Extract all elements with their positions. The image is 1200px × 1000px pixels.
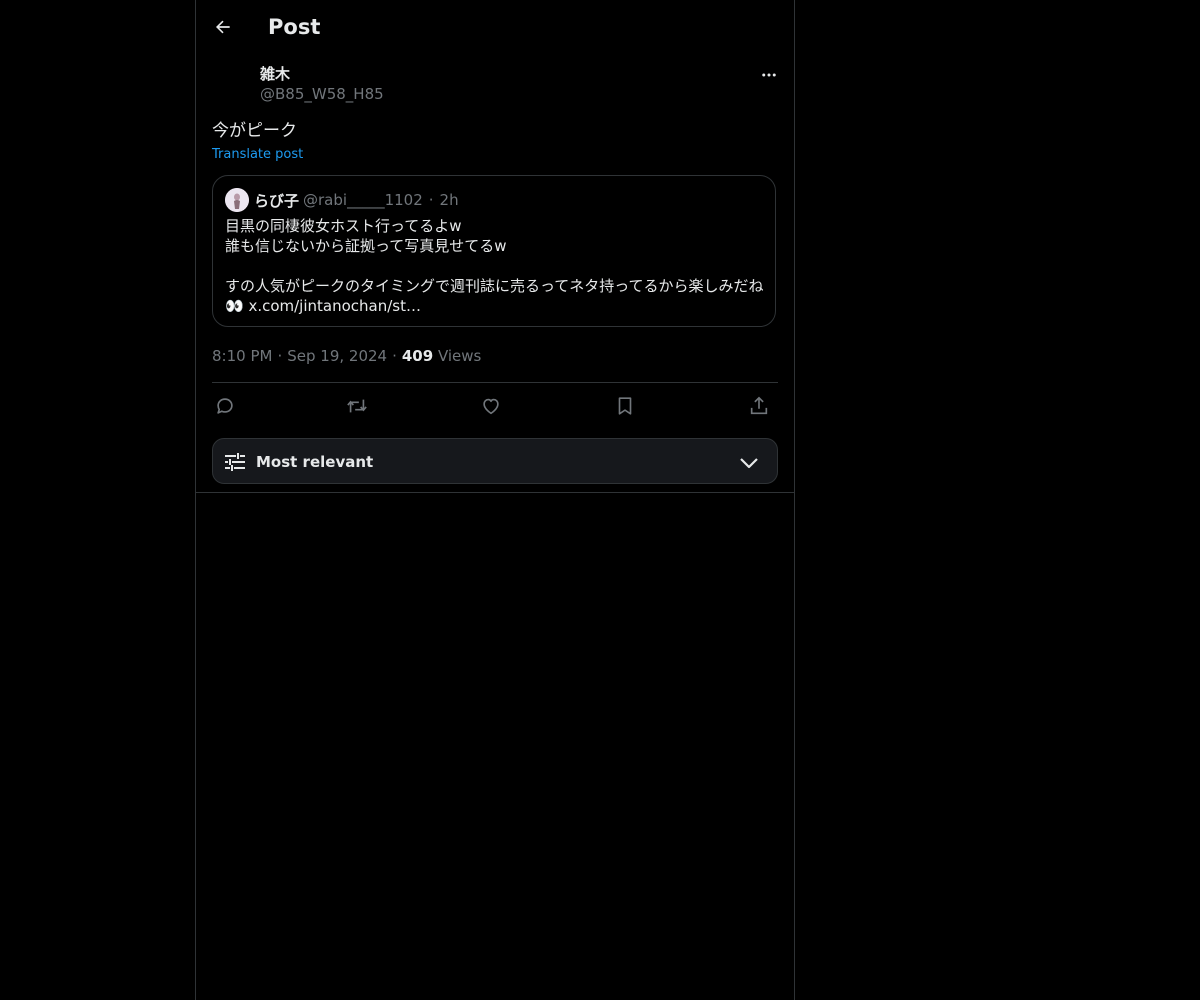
chevron-down-icon bbox=[740, 458, 758, 469]
quoted-author-handle: @rabi_____1102 bbox=[303, 191, 423, 209]
page-title: Post bbox=[268, 15, 321, 39]
quoted-text-line: すの人気がピークのタイミングで週刊誌に売るってネタ持ってるから楽しみだね bbox=[225, 277, 764, 295]
heart-icon bbox=[483, 398, 499, 415]
bookmark-icon bbox=[618, 397, 632, 415]
translate-post-link[interactable]: Translate post bbox=[212, 146, 303, 164]
quoted-text-line: 誰も信じないから証拠って写真見せてるw bbox=[225, 237, 507, 255]
author-name[interactable]: 雑木 bbox=[260, 64, 384, 84]
sliders-icon bbox=[225, 453, 245, 471]
separator-dot: · bbox=[428, 191, 434, 209]
arrow-left-icon bbox=[216, 20, 230, 34]
quoted-post-header: らび子 @rabi_____1102 · 2h bbox=[225, 188, 459, 212]
views-label: Views bbox=[437, 347, 482, 365]
avatar-image bbox=[225, 188, 249, 212]
repost-icon bbox=[347, 399, 367, 413]
quoted-post-time: 2h bbox=[439, 191, 459, 209]
reply-button[interactable] bbox=[212, 393, 238, 419]
post-text: 今がピーク bbox=[212, 121, 297, 141]
main-column: Post 雑木 @B85_W58_H85 今がピーク Translate pos… bbox=[195, 0, 795, 1000]
quoted-post-text: 目黒の同棲彼女ホスト行ってるよw 誰も信じないから証拠って写真見せてるw すの人… bbox=[225, 216, 770, 316]
post-time[interactable]: 8:10 PM bbox=[212, 347, 272, 365]
post-date[interactable]: Sep 19, 2024 bbox=[287, 347, 387, 365]
post-header: Post bbox=[196, 0, 794, 54]
like-button[interactable] bbox=[478, 393, 504, 419]
quoted-author-name: らび子 bbox=[254, 191, 300, 210]
bookmark-button[interactable] bbox=[612, 393, 638, 419]
more-horizontal-icon bbox=[762, 73, 776, 77]
post-author[interactable]: 雑木 @B85_W58_H85 bbox=[260, 64, 384, 104]
more-options-button[interactable] bbox=[758, 64, 780, 86]
divider bbox=[196, 492, 794, 493]
views-count: 409 bbox=[401, 347, 434, 365]
post-meta: 8:10 PM · Sep 19, 2024 · 409 Views bbox=[212, 346, 481, 366]
back-button[interactable] bbox=[210, 14, 236, 40]
quoted-post[interactable]: らび子 @rabi_____1102 · 2h 目黒の同棲彼女ホスト行ってるよw… bbox=[212, 175, 776, 327]
repost-button[interactable] bbox=[344, 393, 370, 419]
quoted-text-line: 👀 x.com/jintanochan/st… bbox=[225, 297, 421, 315]
divider bbox=[212, 382, 778, 383]
avatar[interactable] bbox=[225, 188, 249, 212]
separator-dot: · bbox=[277, 347, 283, 365]
share-icon bbox=[750, 396, 768, 415]
sort-label: Most relevant bbox=[256, 453, 374, 471]
author-handle[interactable]: @B85_W58_H85 bbox=[260, 84, 384, 104]
reply-icon bbox=[217, 398, 233, 414]
share-button[interactable] bbox=[746, 393, 772, 419]
reply-sort-dropdown[interactable]: Most relevant bbox=[212, 438, 778, 484]
separator-dot: · bbox=[392, 347, 397, 365]
quoted-text-line: 目黒の同棲彼女ホスト行ってるよw bbox=[225, 217, 462, 235]
action-bar bbox=[212, 393, 778, 419]
quoted-text-line bbox=[225, 256, 770, 276]
